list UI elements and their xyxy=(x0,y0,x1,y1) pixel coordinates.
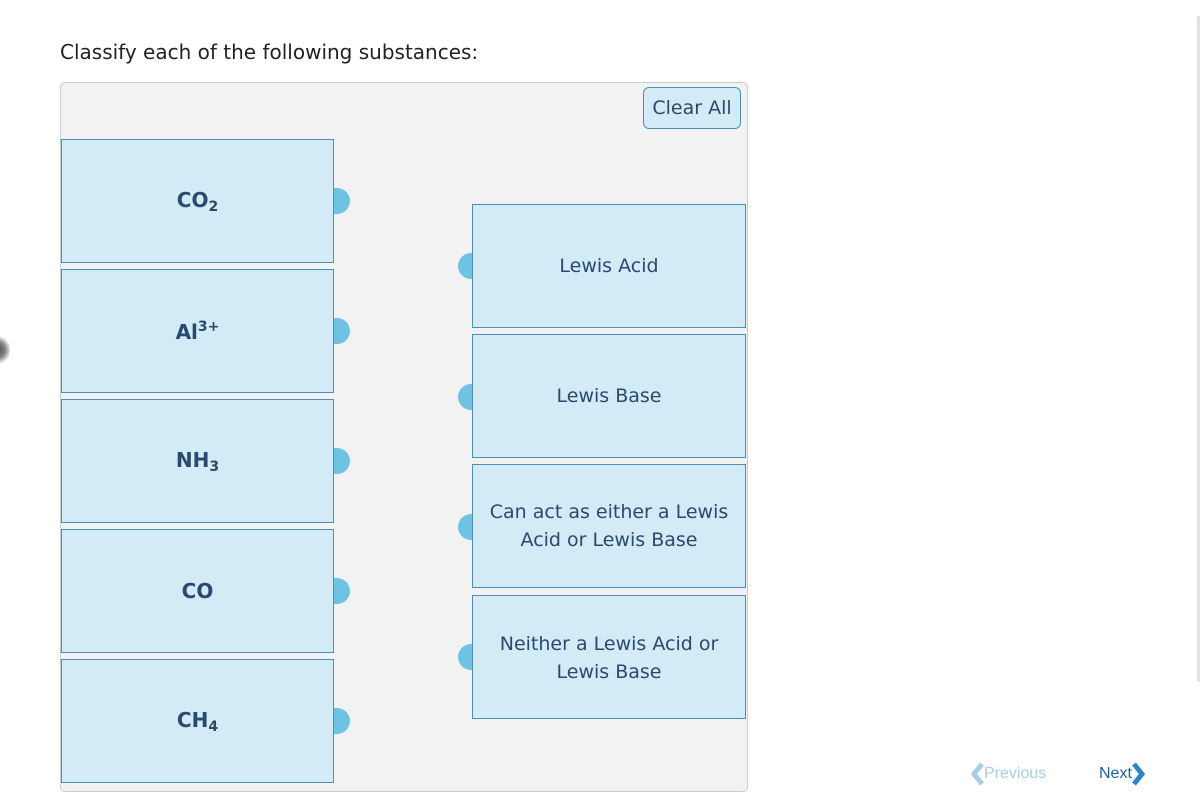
question-prompt: Classify each of the following substance… xyxy=(60,40,479,64)
target-either[interactable]: Can act as either a Lewis Acid or Lewis … xyxy=(472,464,746,588)
source-item-ch4[interactable]: CH4 xyxy=(61,659,334,783)
target-neither[interactable]: Neither a Lewis Acid or Lewis Base xyxy=(472,595,746,719)
clear-all-button[interactable]: Clear All xyxy=(643,87,741,129)
target-lewis-acid[interactable]: Lewis Acid xyxy=(472,204,746,328)
partial-icon-left-edge xyxy=(0,336,10,364)
chevron-left-icon xyxy=(970,762,984,786)
source-item-al3plus[interactable]: Al3+ xyxy=(61,269,334,393)
previous-button[interactable]: Previous xyxy=(970,762,1046,786)
next-button[interactable]: Next xyxy=(1099,762,1146,786)
next-label: Next xyxy=(1099,765,1132,782)
source-item-co[interactable]: CO xyxy=(61,529,334,653)
source-item-nh3[interactable]: NH3 xyxy=(61,399,334,523)
formula: Al3+ xyxy=(175,318,220,344)
formula: CO xyxy=(181,579,214,603)
target-lewis-base[interactable]: Lewis Base xyxy=(472,334,746,458)
source-item-co2[interactable]: CO2 xyxy=(61,139,334,263)
formula: CO2 xyxy=(176,187,219,215)
formula: CH4 xyxy=(176,707,219,735)
formula: NH3 xyxy=(175,447,220,475)
previous-label: Previous xyxy=(984,765,1047,782)
chevron-right-icon xyxy=(1131,762,1146,786)
